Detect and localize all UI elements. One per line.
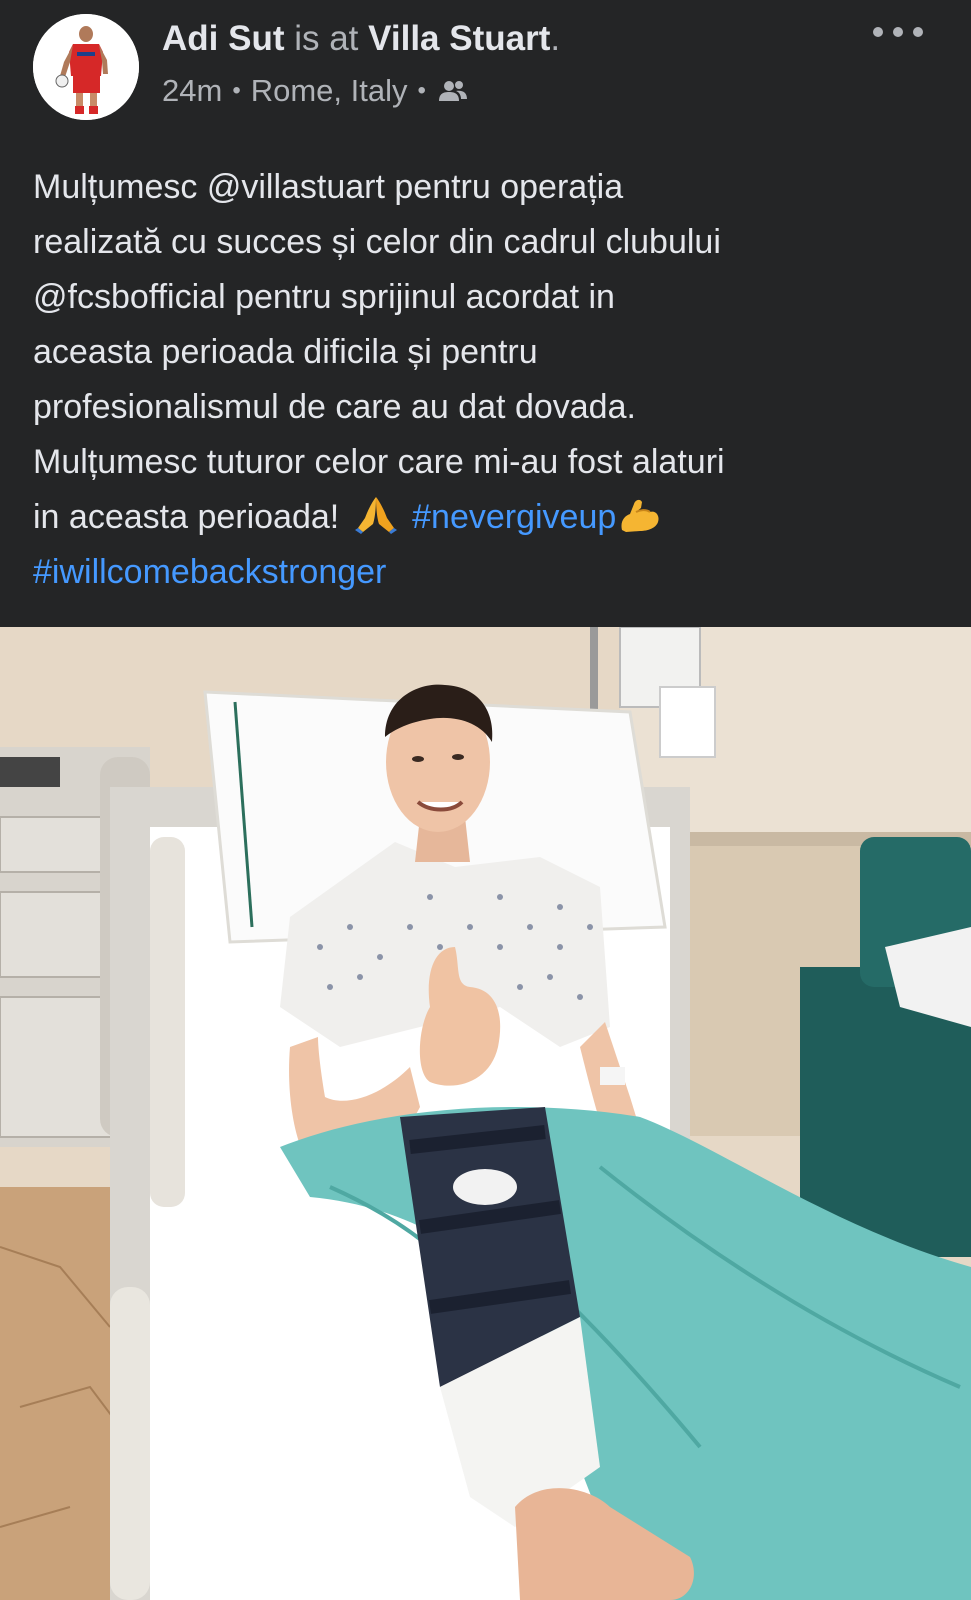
body-line: realizată cu succes și celor din cadrul … bbox=[33, 223, 721, 261]
author-line: Adi Sut is at Villa Stuart. bbox=[162, 14, 862, 64]
body-line: profesionalismul de care au dat dovada. bbox=[33, 388, 636, 426]
location-connector: is at bbox=[294, 19, 359, 58]
friends-icon[interactable] bbox=[438, 79, 468, 103]
title-period: . bbox=[550, 19, 561, 58]
more-options-icon[interactable] bbox=[873, 20, 923, 44]
post-photo[interactable] bbox=[0, 627, 971, 1600]
pray-emoji-icon bbox=[354, 497, 397, 534]
body-line: Mulțumesc tuturor celor care mi-au fost … bbox=[33, 443, 725, 481]
author-avatar[interactable] bbox=[33, 14, 139, 120]
place-name[interactable]: Villa Stuart bbox=[368, 19, 550, 58]
post-time[interactable]: 24m bbox=[162, 70, 222, 112]
post-meta: 24m • Rome, Italy • bbox=[162, 70, 862, 112]
post-body: Mulțumesc @villastuart pentru operația r… bbox=[33, 160, 963, 600]
avatar-image bbox=[33, 14, 139, 120]
post-location[interactable]: Rome, Italy bbox=[251, 70, 408, 112]
body-line: @fcsbofficial pentru sprijinul acordat i… bbox=[33, 278, 615, 316]
hashtag-nevergiveup[interactable]: #nevergiveup bbox=[412, 498, 616, 536]
post-header: Adi Sut is at Villa Stuart. 24m • Rome, … bbox=[0, 0, 971, 140]
more-dot bbox=[893, 27, 903, 37]
body-line: Mulțumesc @villastuart pentru operația bbox=[33, 168, 624, 206]
more-dot bbox=[913, 27, 923, 37]
facebook-post: Adi Sut is at Villa Stuart. 24m • Rome, … bbox=[0, 0, 971, 1600]
author-name[interactable]: Adi Sut bbox=[162, 19, 284, 58]
meta-separator: • bbox=[232, 77, 241, 104]
body-line-text: in aceasta perioada! bbox=[33, 498, 340, 536]
header-text: Adi Sut is at Villa Stuart. 24m • Rome, … bbox=[162, 14, 862, 112]
more-dot bbox=[873, 27, 883, 37]
body-line: aceasta perioada dificila și pentru bbox=[33, 333, 538, 371]
hashtag-iwillcomebackstronger[interactable]: #iwillcomebackstronger bbox=[33, 545, 963, 600]
body-line-last: in aceasta perioada! #nevergiveup bbox=[33, 490, 963, 545]
meta-separator: • bbox=[417, 77, 426, 104]
hospital-photo bbox=[0, 627, 971, 1600]
muscle-emoji-icon bbox=[621, 499, 659, 532]
